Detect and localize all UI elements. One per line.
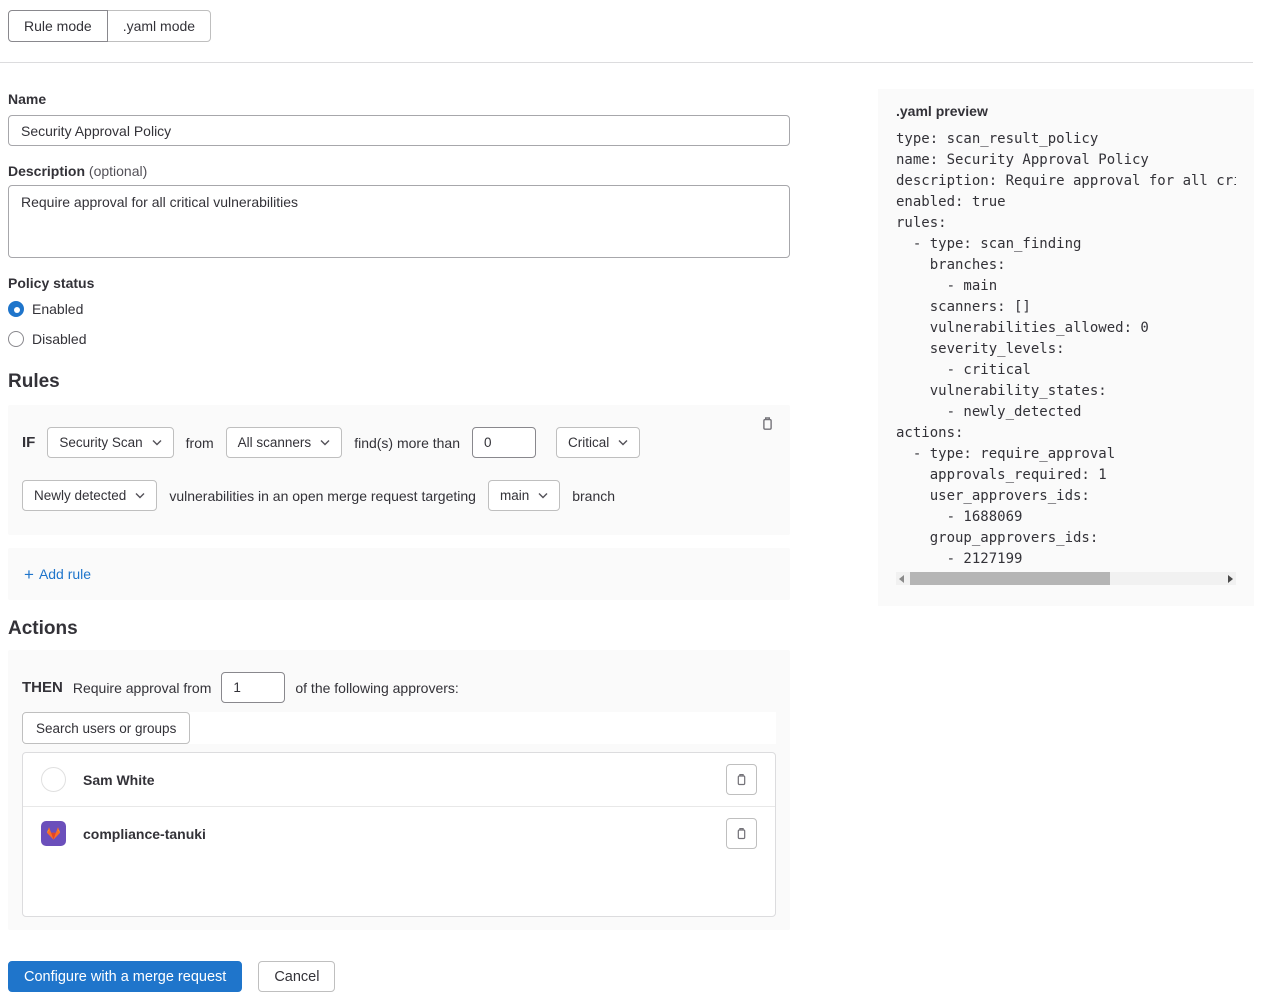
targeting-label: vulnerabilities in an open merge request… xyxy=(169,488,476,504)
mode-switcher-area: Rule mode .yaml mode xyxy=(0,0,1264,42)
description-textarea[interactable]: Require approval for all critical vulner… xyxy=(8,185,790,258)
approver-search-strip: Search users or groups xyxy=(22,712,776,744)
description-label-text: Description xyxy=(8,163,85,179)
yaml-preview-panel: .yaml preview type: scan_result_policy n… xyxy=(878,89,1254,606)
add-rule-section: + Add rule xyxy=(8,548,790,600)
vulnerability-state-value: Newly detected xyxy=(34,488,126,503)
severity-dropdown[interactable]: Critical xyxy=(556,427,640,458)
rules-heading: Rules xyxy=(8,371,790,393)
disabled-radio[interactable] xyxy=(8,331,24,347)
policy-status-label: Policy status xyxy=(8,275,790,291)
trash-icon xyxy=(734,826,749,841)
trash-icon xyxy=(734,772,749,787)
action-card: THEN Require approval from of the follow… xyxy=(8,650,790,930)
enabled-radio-label: Enabled xyxy=(32,301,83,317)
chevron-down-icon xyxy=(538,492,548,499)
remove-approver-button[interactable] xyxy=(726,764,757,795)
delete-rule-button[interactable] xyxy=(757,413,778,434)
rule-card: IF Security Scan from All scanners find(… xyxy=(8,405,790,535)
tab-rule-mode[interactable]: Rule mode xyxy=(8,10,108,42)
approver-name: compliance-tanuki xyxy=(83,826,206,842)
policy-form: Name Description (optional) Require appr… xyxy=(8,91,790,930)
yaml-preview-code: type: scan_result_policy name: Security … xyxy=(896,129,1236,570)
vulnerabilities-allowed-input[interactable] xyxy=(472,427,536,458)
scanners-dropdown[interactable]: All scanners xyxy=(226,427,343,458)
editor-content: Name Description (optional) Require appr… xyxy=(0,91,1264,930)
following-approvers-label: of the following approvers: xyxy=(295,680,458,696)
user-avatar xyxy=(41,767,66,792)
then-row: THEN Require approval from of the follow… xyxy=(22,672,776,703)
scan-type-dropdown[interactable]: Security Scan xyxy=(47,427,173,458)
approver-list: Sam White compli xyxy=(22,752,776,917)
scroll-left-arrow-icon[interactable] xyxy=(899,575,904,583)
require-approval-label: Require approval from xyxy=(73,680,212,696)
tab-yaml-mode[interactable]: .yaml mode xyxy=(107,10,211,42)
approver-row-sam-white: Sam White xyxy=(23,753,775,807)
find-more-than-label: find(s) more than xyxy=(354,435,460,451)
mode-segmented-control: Rule mode .yaml mode xyxy=(8,10,211,42)
scan-type-value: Security Scan xyxy=(59,435,142,450)
description-label: Description (optional) xyxy=(8,163,790,179)
branch-value: main xyxy=(500,488,529,503)
approver-row-compliance-tanuki: compliance-tanuki xyxy=(23,807,775,860)
disabled-radio-label: Disabled xyxy=(32,331,86,347)
header-divider xyxy=(0,62,1253,63)
rule-line-2: Newly detected vulnerabilities in an ope… xyxy=(22,480,776,511)
chevron-down-icon xyxy=(320,439,330,446)
scrollbar-thumb[interactable] xyxy=(910,572,1110,585)
vulnerability-state-dropdown[interactable]: Newly detected xyxy=(22,480,157,511)
chevron-down-icon xyxy=(135,492,145,499)
add-rule-button[interactable]: + Add rule xyxy=(24,566,91,583)
tanuki-icon xyxy=(45,825,62,842)
enabled-radio[interactable] xyxy=(8,301,24,317)
trash-icon xyxy=(759,415,776,432)
horizontal-scrollbar[interactable] xyxy=(896,572,1236,585)
approvals-required-input[interactable] xyxy=(221,672,285,703)
from-label: from xyxy=(186,435,214,451)
radio-row-enabled: Enabled xyxy=(8,297,790,321)
description-optional-text: (optional) xyxy=(89,163,147,179)
plus-icon: + xyxy=(24,566,34,583)
add-rule-label: Add rule xyxy=(39,566,91,582)
actions-heading: Actions xyxy=(8,618,790,640)
if-keyword: IF xyxy=(22,434,35,451)
group-avatar xyxy=(41,821,66,846)
rule-line-1: IF Security Scan from All scanners find(… xyxy=(22,427,776,458)
branch-dropdown[interactable]: main xyxy=(488,480,560,511)
scanners-value: All scanners xyxy=(238,435,312,450)
name-input[interactable] xyxy=(8,115,790,146)
yaml-preview-title: .yaml preview xyxy=(896,103,1236,119)
cancel-button[interactable]: Cancel xyxy=(258,961,335,992)
then-keyword: THEN xyxy=(22,679,63,696)
chevron-down-icon xyxy=(618,439,628,446)
approver-search-input[interactable]: Search users or groups xyxy=(22,712,190,744)
form-footer: Configure with a merge request Cancel xyxy=(0,961,1264,992)
severity-value: Critical xyxy=(568,435,609,450)
radio-row-disabled: Disabled xyxy=(8,327,790,351)
scroll-right-arrow-icon[interactable] xyxy=(1228,575,1233,583)
name-label: Name xyxy=(8,91,790,107)
chevron-down-icon xyxy=(152,439,162,446)
branch-label: branch xyxy=(572,488,615,504)
approver-name: Sam White xyxy=(83,772,155,788)
remove-approver-button[interactable] xyxy=(726,818,757,849)
configure-merge-request-button[interactable]: Configure with a merge request xyxy=(8,961,242,992)
